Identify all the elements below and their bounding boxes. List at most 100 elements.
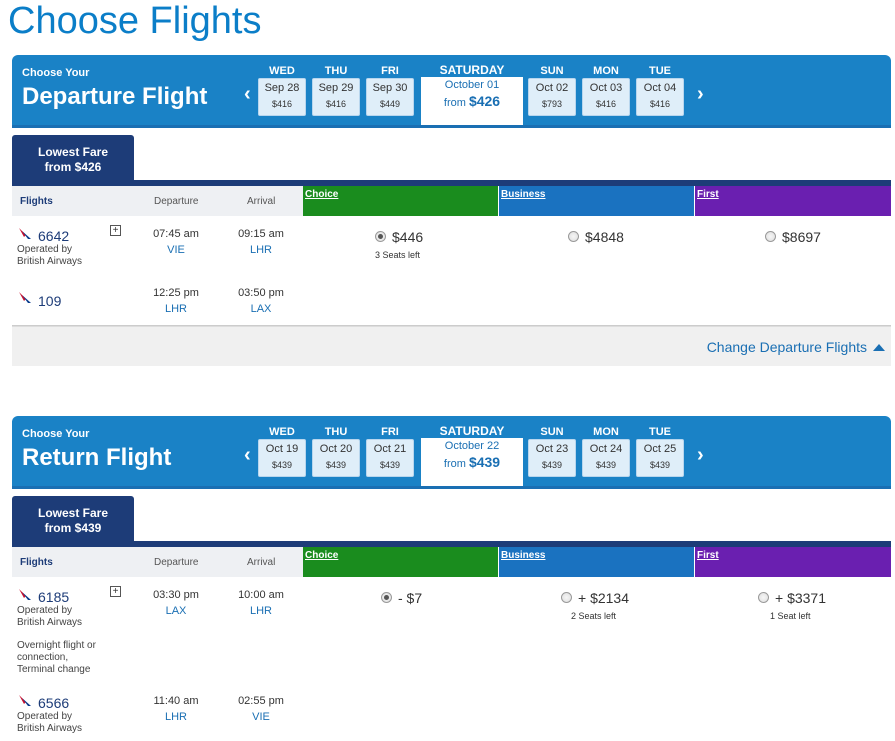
fare-choice[interactable]: - $7 bbox=[381, 590, 422, 606]
day-of-week: WED bbox=[269, 426, 295, 438]
return-date-header: Choose Your Return Flight ‹ WED Oct 19 $4… bbox=[12, 416, 891, 486]
cabin-first-link[interactable]: First bbox=[697, 550, 719, 561]
day-of-week: FRI bbox=[381, 65, 399, 77]
cabin-first-header[interactable]: First bbox=[695, 186, 891, 216]
departure-airport[interactable]: VIE bbox=[141, 244, 211, 256]
arrival-airport[interactable]: LAX bbox=[226, 303, 296, 315]
page-title: Choose Flights bbox=[8, 0, 262, 42]
departure-airport[interactable]: LHR bbox=[141, 711, 211, 723]
date-option[interactable]: THU Sep 29 $416 bbox=[312, 65, 360, 116]
date-option[interactable]: FRI Oct 21 $439 bbox=[366, 426, 414, 477]
departure-airport[interactable]: LHR bbox=[141, 303, 211, 315]
cabin-first-link[interactable]: First bbox=[697, 189, 719, 200]
date-price: $439 bbox=[379, 460, 401, 470]
date-option[interactable]: THU Oct 20 $439 bbox=[312, 426, 360, 477]
expand-details-icon[interactable]: + bbox=[110, 586, 121, 597]
lowest-fare-tab: Lowest Fare from $426 bbox=[12, 135, 134, 180]
from-label: from bbox=[443, 458, 466, 470]
date-price: $439 bbox=[595, 460, 617, 470]
flight-number: 109 bbox=[38, 293, 62, 309]
fare-price: - $7 bbox=[398, 590, 423, 606]
date-option[interactable]: WED Oct 19 $439 bbox=[258, 426, 306, 477]
cabin-business-link[interactable]: Business bbox=[501, 550, 545, 561]
lowest-fare-price: from $426 bbox=[44, 160, 102, 174]
arrival-airport[interactable]: VIE bbox=[226, 711, 296, 723]
cabin-choice-header[interactable]: Choice bbox=[303, 547, 498, 577]
day-of-week: SATURDAY bbox=[439, 424, 505, 438]
change-link-label: Change Departure Flights bbox=[706, 339, 867, 355]
fare-price: $8697 bbox=[782, 229, 821, 245]
date-label: Sep 30 bbox=[372, 82, 408, 94]
departure-time: 03:30 pm bbox=[153, 589, 199, 601]
col-arrival: Arrival bbox=[247, 196, 276, 207]
arrival-airport[interactable]: LHR bbox=[226, 244, 296, 256]
fare-radio[interactable] bbox=[568, 230, 579, 242]
seats-left: 1 Seat left bbox=[770, 611, 811, 621]
date-option[interactable]: SUN Oct 02 $793 bbox=[528, 65, 576, 116]
departure-time: 07:45 am bbox=[153, 228, 199, 240]
cabin-choice-link[interactable]: Choice bbox=[305, 550, 338, 561]
seats-left: 2 Seats left bbox=[571, 611, 617, 621]
fare-choice[interactable]: $446 bbox=[375, 229, 423, 245]
cabin-choice-header[interactable]: Choice bbox=[303, 186, 498, 216]
date-label: Oct 19 bbox=[265, 443, 299, 455]
fare-price: + $2134 bbox=[578, 590, 629, 606]
cabin-business-link[interactable]: Business bbox=[501, 189, 545, 200]
selected-date[interactable]: SATURDAY October 01 from $426 bbox=[421, 63, 523, 125]
day-of-week: TUE bbox=[649, 65, 671, 77]
departure-airport[interactable]: LAX bbox=[141, 605, 211, 617]
change-departure-link[interactable]: Change Departure Flights bbox=[707, 339, 885, 355]
day-of-week: SATURDAY bbox=[439, 63, 505, 77]
fare-first[interactable]: + $3371 bbox=[758, 590, 826, 606]
next-dates-arrow[interactable]: › bbox=[697, 444, 704, 467]
arrival-time: 03:50 pm bbox=[238, 287, 284, 299]
cabin-first-header[interactable]: First bbox=[695, 547, 891, 577]
departure-time: 12:25 pm bbox=[153, 287, 199, 299]
fare-radio-selected[interactable] bbox=[381, 591, 392, 603]
prev-dates-arrow[interactable]: ‹ bbox=[244, 444, 251, 467]
date-option[interactable]: FRI Sep 30 $449 bbox=[366, 65, 414, 116]
date-label: Oct 02 bbox=[535, 82, 569, 94]
fare-price: + $3371 bbox=[775, 590, 826, 606]
fare-radio[interactable] bbox=[765, 230, 776, 242]
fare-business[interactable]: + $2134 bbox=[561, 590, 629, 606]
arrival-airport[interactable]: LHR bbox=[226, 605, 296, 617]
cabin-business-header[interactable]: Business bbox=[499, 186, 694, 216]
expand-details-icon[interactable]: + bbox=[110, 225, 121, 236]
selected-date[interactable]: SATURDAY October 22 from $439 bbox=[421, 424, 523, 486]
arrival-time: 02:55 pm bbox=[238, 695, 284, 707]
operated-by: Operated by British Airways bbox=[17, 711, 83, 734]
flight-number: 6185 bbox=[38, 589, 70, 605]
next-dates-arrow[interactable]: › bbox=[697, 83, 704, 106]
arrival-time: 10:00 am bbox=[238, 589, 284, 601]
date-price: $439 bbox=[541, 460, 563, 470]
fare-radio[interactable] bbox=[561, 591, 572, 603]
date-price: $449 bbox=[379, 99, 401, 109]
date-price: $439 bbox=[468, 454, 501, 470]
date-option[interactable]: MON Oct 03 $416 bbox=[582, 65, 630, 116]
arrival-time: 09:15 am bbox=[238, 228, 284, 240]
fare-business[interactable]: $4848 bbox=[568, 229, 624, 245]
cabin-choice-link[interactable]: Choice bbox=[305, 189, 338, 200]
date-option[interactable]: TUE Oct 25 $439 bbox=[636, 426, 684, 477]
col-flights: Flights bbox=[20, 557, 53, 568]
from-label: from bbox=[443, 97, 466, 109]
day-of-week: THU bbox=[324, 426, 348, 438]
fare-radio[interactable] bbox=[758, 591, 769, 603]
date-option[interactable]: TUE Oct 04 $416 bbox=[636, 65, 684, 116]
day-of-week: WED bbox=[269, 65, 295, 77]
date-price: $439 bbox=[271, 460, 293, 470]
date-label: Oct 20 bbox=[319, 443, 353, 455]
date-label: October 01 bbox=[444, 79, 500, 91]
fare-radio-selected[interactable] bbox=[375, 230, 386, 242]
date-option[interactable]: MON Oct 24 $439 bbox=[582, 426, 630, 477]
date-label: Sep 28 bbox=[264, 82, 300, 94]
day-of-week: SUN bbox=[540, 426, 564, 438]
cabin-business-header[interactable]: Business bbox=[499, 547, 694, 577]
choose-your-label: Choose Your bbox=[22, 67, 90, 79]
date-option[interactable]: SUN Oct 23 $439 bbox=[528, 426, 576, 477]
fare-first[interactable]: $8697 bbox=[765, 229, 821, 245]
date-option[interactable]: WED Sep 28 $416 bbox=[258, 65, 306, 116]
date-price: $416 bbox=[325, 99, 347, 109]
prev-dates-arrow[interactable]: ‹ bbox=[244, 83, 251, 106]
